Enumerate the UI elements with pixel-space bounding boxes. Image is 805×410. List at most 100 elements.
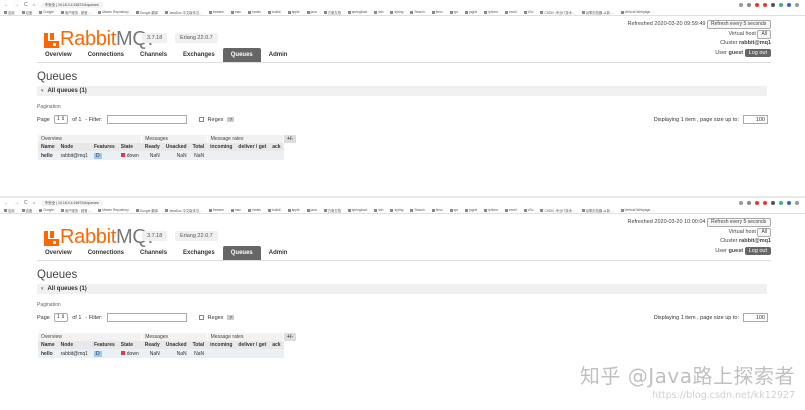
- regex-checkbox[interactable]: [198, 117, 204, 122]
- tab-connections[interactable]: Connections: [80, 48, 132, 62]
- forward-icon[interactable]: →: [14, 200, 19, 206]
- extension-icons[interactable]: [739, 200, 805, 205]
- bookmark-item[interactable]: springboot: [348, 208, 367, 212]
- page-select[interactable]: 1 ⇕: [53, 115, 69, 124]
- tab-admin[interactable]: Admin: [261, 246, 296, 260]
- vhost-select[interactable]: All: [757, 29, 771, 39]
- bookmark-item[interactable]: framew: [209, 208, 224, 212]
- bookmark-item[interactable]: excel: [505, 208, 517, 212]
- home-icon[interactable]: ⌂: [33, 200, 36, 206]
- col-incoming[interactable]: incoming: [207, 341, 236, 349]
- tab-queues[interactable]: Queues: [222, 246, 261, 260]
- extension-icons[interactable]: [739, 2, 805, 7]
- bookmark-item[interactable]: Search: [410, 208, 424, 212]
- bookmark-item[interactable]: ssh: [374, 208, 383, 212]
- col-deliver-get[interactable]: deliver / get: [235, 143, 270, 151]
- bookmark-item[interactable]: iphone: [484, 10, 498, 14]
- bookmark-item[interactable]: jsgrid: [465, 208, 477, 212]
- col-incoming[interactable]: incoming: [207, 143, 236, 151]
- bookmark-item[interactable]: springboot: [348, 10, 367, 14]
- vhost-select[interactable]: All: [757, 227, 771, 237]
- forward-icon[interactable]: →: [14, 2, 19, 8]
- bookmark-item[interactable]: linux: [432, 208, 443, 212]
- rabbitmq-logo[interactable]: RabbitMQ.: [44, 29, 153, 49]
- tab-overview[interactable]: Overview: [37, 48, 80, 62]
- bookmark-item[interactable]: vSo: [524, 208, 534, 212]
- bookmark-item[interactable]: Maven Repository: [98, 208, 129, 212]
- bookmark-item[interactable]: java: [307, 208, 317, 212]
- col-unacked[interactable]: Unacked: [162, 341, 190, 349]
- bookmark-item[interactable]: Vertical Webpage ...: [621, 208, 654, 212]
- bookmark-item[interactable]: Maven Repository: [98, 10, 129, 14]
- col-node[interactable]: Node: [57, 341, 91, 349]
- bookmark-item[interactable]: iphone: [484, 208, 498, 212]
- col-node[interactable]: Node: [57, 143, 91, 151]
- bookmark-item[interactable]: spring: [390, 10, 403, 14]
- bookmark-item[interactable]: 应用: [4, 208, 15, 213]
- bookmark-item[interactable]: excel: [505, 10, 517, 14]
- table-row[interactable]: hello rabbit@mq1 D down NaN NaN NaN: [38, 151, 297, 160]
- tab-channels[interactable]: Channels: [132, 246, 175, 260]
- reload-icon[interactable]: C: [24, 200, 28, 206]
- bookmark-item[interactable]: framew: [209, 10, 224, 14]
- all-queues-section[interactable]: ▼ All queues (1): [37, 86, 767, 96]
- col-ack[interactable]: ack: [269, 341, 284, 349]
- col-deliver-get[interactable]: deliver / get: [235, 341, 270, 349]
- page-select[interactable]: 1 ⇕: [53, 313, 69, 322]
- bookmark-item[interactable]: nodes: [248, 10, 261, 14]
- address-bar[interactable]: 不安全 | 10.18.0.4:15672/#/queues: [40, 1, 103, 8]
- refresh-interval-select[interactable]: Refresh every 5 seconds: [707, 20, 771, 29]
- col-ready[interactable]: Ready: [141, 143, 163, 151]
- bookmark-item[interactable]: toolkit: [268, 208, 281, 212]
- page-size-input[interactable]: 100: [743, 115, 768, 124]
- col-state[interactable]: State: [117, 341, 142, 349]
- bookmark-item[interactable]: java: [307, 10, 317, 14]
- bookmark-item[interactable]: Search: [410, 10, 424, 14]
- bookmark-item[interactable]: apple: [288, 10, 300, 14]
- bookmark-item[interactable]: Vertical Webpage ...: [621, 10, 654, 14]
- back-icon[interactable]: ←: [4, 200, 9, 206]
- col-ready[interactable]: Ready: [141, 341, 163, 349]
- logout-button[interactable]: Log out: [744, 246, 771, 255]
- bookmark-item[interactable]: Google 翻译: [136, 208, 158, 213]
- queue-name-link[interactable]: hello: [41, 351, 53, 357]
- tab-admin[interactable]: Admin: [261, 48, 296, 62]
- bookmark-item[interactable]: mac: [231, 10, 241, 14]
- bookmark-item[interactable]: mac: [231, 208, 241, 212]
- toggle-columns-button[interactable]: +/-: [283, 333, 298, 341]
- bookmark-item[interactable]: 谷歌浏览器-从新 ...: [582, 10, 614, 15]
- bookmark-item[interactable]: 方案文档: [324, 10, 341, 15]
- bookmark-item[interactable]: JavaDoc 中文版本汉...: [165, 208, 202, 213]
- bookmark-item[interactable]: spr: [450, 208, 459, 212]
- reload-icon[interactable]: C: [24, 2, 28, 8]
- tab-queues[interactable]: Queues: [222, 48, 261, 62]
- bookmark-item[interactable]: spring: [390, 208, 403, 212]
- col-total[interactable]: Total: [189, 143, 208, 151]
- bookmark-item[interactable]: JavaDoc 中文版本汉...: [165, 10, 202, 15]
- filter-input[interactable]: [106, 313, 187, 322]
- tab-connections[interactable]: Connections: [80, 246, 132, 260]
- bookmark-item[interactable]: toolkit: [268, 10, 281, 14]
- bookmark-item[interactable]: 用户服务 - 超音 ...: [61, 10, 91, 15]
- col-features[interactable]: Features: [90, 143, 118, 151]
- bookmark-item[interactable]: 方案文档: [324, 208, 341, 213]
- col-features[interactable]: Features: [90, 341, 118, 349]
- col-name[interactable]: Name: [38, 341, 58, 349]
- bookmark-item[interactable]: apple: [288, 208, 300, 212]
- tab-exchanges[interactable]: Exchanges: [175, 48, 223, 62]
- bookmark-item[interactable]: Google: [39, 208, 54, 212]
- col-unacked[interactable]: Unacked: [162, 143, 190, 151]
- regex-help-icon[interactable]: ?: [227, 315, 234, 320]
- tab-channels[interactable]: Channels: [132, 48, 175, 62]
- refresh-interval-select[interactable]: Refresh every 5 seconds: [707, 218, 771, 227]
- bookmark-item[interactable]: spr: [450, 10, 459, 14]
- bookmark-item[interactable]: ssh: [374, 10, 383, 14]
- bookmark-item[interactable]: 应用: [4, 10, 15, 15]
- bookmark-item[interactable]: linux: [432, 10, 443, 14]
- bookmark-item[interactable]: 百度: [22, 10, 33, 15]
- page-size-input[interactable]: 100: [743, 313, 768, 322]
- regex-help-icon[interactable]: ?: [227, 117, 234, 122]
- logout-button[interactable]: Log out: [744, 48, 771, 57]
- bookmark-item[interactable]: CSDN -专业IT技术...: [540, 208, 574, 213]
- bookmark-item[interactable]: nodes: [248, 208, 261, 212]
